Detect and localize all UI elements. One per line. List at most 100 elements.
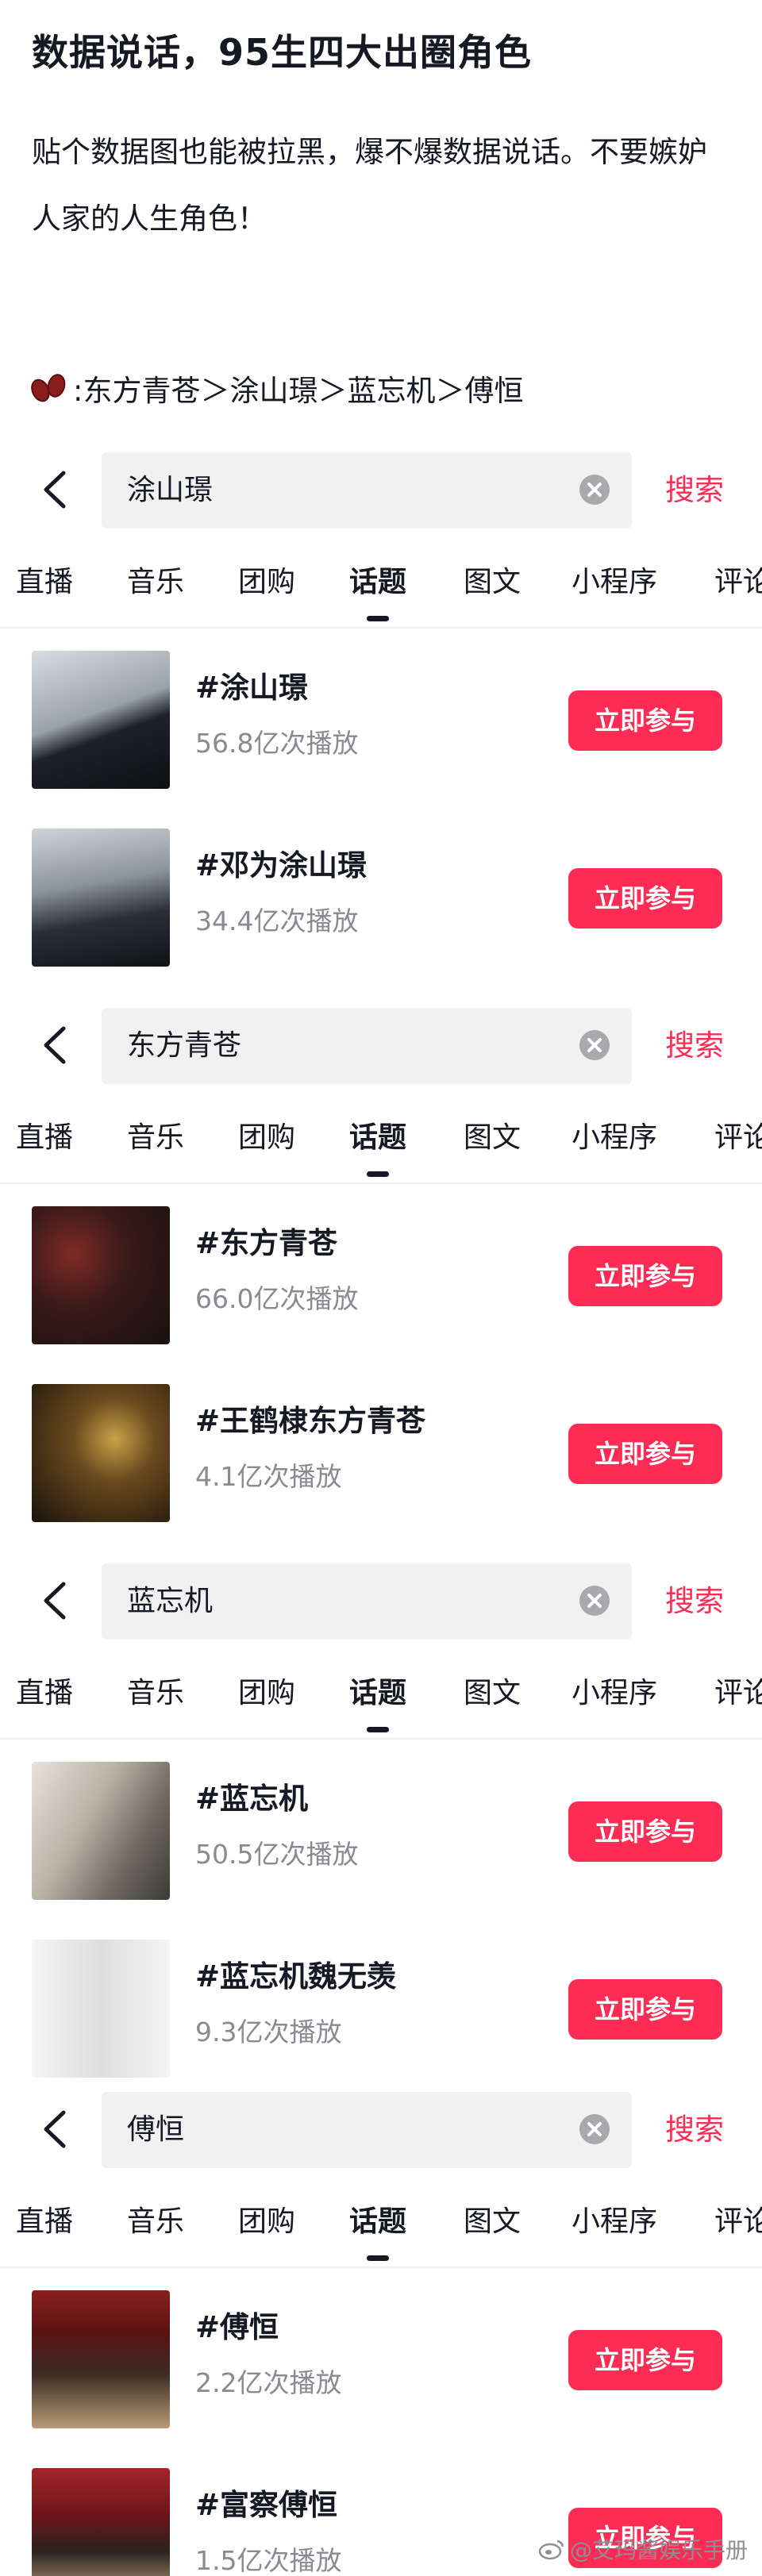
search-bar: 涂山璟 搜索 bbox=[0, 446, 762, 533]
tab-1[interactable]: 音乐 bbox=[127, 1668, 184, 1719]
tab-5[interactable]: 小程序 bbox=[572, 1113, 657, 1163]
search-input[interactable]: 傅恒 bbox=[102, 2092, 632, 2168]
tab-2[interactable]: 团购 bbox=[238, 1668, 295, 1719]
search-button[interactable]: 搜索 bbox=[665, 2092, 724, 2168]
topic-row[interactable]: #涂山璟 56.8亿次播放 立即参与 bbox=[0, 651, 762, 809]
tab-bar: 直播 音乐 团购 话题 图文 小程序 评论 bbox=[0, 557, 762, 624]
beans-icon bbox=[27, 371, 68, 406]
search-result-block: 涂山璟 搜索 直播 音乐 团购 话题 图文 小程序 评论 #涂山璟 56.8亿次播放 立即参与 #… bbox=[0, 446, 762, 994]
tab-0[interactable]: 直播 bbox=[16, 2197, 73, 2247]
search-query-text: 傅恒 bbox=[127, 2113, 185, 2146]
search-input[interactable]: 涂山璟 bbox=[102, 452, 632, 529]
clear-icon[interactable] bbox=[579, 1030, 610, 1060]
topic-thumbnail bbox=[32, 1762, 170, 1900]
topic-name: #蓝忘机 bbox=[195, 1782, 309, 1816]
play-count: 50.5亿次播放 bbox=[195, 1839, 359, 1870]
join-button[interactable]: 立即参与 bbox=[568, 1979, 722, 2040]
tab-3[interactable]: 话题 bbox=[349, 1113, 406, 1163]
tab-2[interactable]: 团购 bbox=[238, 1113, 295, 1163]
join-button[interactable]: 立即参与 bbox=[568, 1424, 722, 1484]
search-bar: 东方青苍 搜索 bbox=[0, 1002, 762, 1089]
post-body: 贴个数据图也能被拉黑，爆不爆数据说话。不要嫉妒人家的人生角色！ bbox=[32, 135, 707, 236]
tab-1[interactable]: 音乐 bbox=[127, 2197, 184, 2247]
search-bar: 傅恒 搜索 bbox=[0, 2086, 762, 2173]
tab-1[interactable]: 音乐 bbox=[127, 557, 184, 608]
join-button[interactable]: 立即参与 bbox=[568, 868, 722, 929]
back-arrow-icon[interactable] bbox=[37, 468, 76, 511]
back-arrow-icon[interactable] bbox=[37, 1024, 76, 1067]
back-arrow-icon[interactable] bbox=[37, 1579, 76, 1622]
tab-0[interactable]: 直播 bbox=[16, 1668, 73, 1719]
tab-3[interactable]: 话题 bbox=[349, 557, 406, 608]
play-count: 2.2亿次播放 bbox=[195, 2367, 342, 2398]
clear-icon[interactable] bbox=[579, 2114, 610, 2144]
join-button[interactable]: 立即参与 bbox=[568, 2330, 722, 2390]
topic-thumbnail bbox=[32, 2468, 170, 2576]
divider bbox=[0, 2266, 762, 2268]
search-input[interactable]: 蓝忘机 bbox=[102, 1563, 632, 1640]
topic-thumbnail bbox=[32, 2290, 170, 2428]
topic-name: #涂山璟 bbox=[195, 671, 309, 705]
search-query-text: 涂山璟 bbox=[127, 474, 214, 506]
tab-bar: 直播 音乐 团购 话题 图文 小程序 评论 bbox=[0, 1113, 762, 1179]
topic-row[interactable]: #王鹤棣东方青苍 4.1亿次播放 立即参与 bbox=[0, 1384, 762, 1543]
watermark-text: @艾玛酱娱乐手册 bbox=[569, 2537, 748, 2563]
search-button[interactable]: 搜索 bbox=[665, 1563, 724, 1640]
tab-2[interactable]: 团购 bbox=[238, 2197, 295, 2247]
play-count: 34.4亿次播放 bbox=[195, 905, 359, 936]
divider bbox=[0, 1738, 762, 1740]
clear-icon[interactable] bbox=[579, 1586, 610, 1616]
topic-name: #王鹤棣东方青苍 bbox=[195, 1404, 426, 1438]
topic-name: #傅恒 bbox=[195, 2310, 279, 2344]
topic-name: #蓝忘机魏无羡 bbox=[195, 1959, 397, 1994]
search-button[interactable]: 搜索 bbox=[665, 452, 724, 529]
tab-6[interactable]: 评论 bbox=[714, 1668, 762, 1719]
search-input[interactable]: 东方青苍 bbox=[102, 1008, 632, 1084]
join-button[interactable]: 立即参与 bbox=[568, 1801, 722, 1862]
tab-4[interactable]: 图文 bbox=[464, 1668, 521, 1719]
tab-5[interactable]: 小程序 bbox=[572, 557, 657, 608]
topic-thumbnail bbox=[32, 1940, 170, 2078]
tab-0[interactable]: 直播 bbox=[16, 1113, 73, 1163]
tab-3[interactable]: 话题 bbox=[349, 1668, 406, 1719]
active-tab-indicator bbox=[367, 1727, 389, 1732]
active-tab-indicator bbox=[367, 1171, 389, 1177]
tab-4[interactable]: 图文 bbox=[464, 557, 521, 608]
tab-6[interactable]: 评论 bbox=[714, 2197, 762, 2247]
back-arrow-icon[interactable] bbox=[37, 2108, 76, 2151]
active-tab-indicator bbox=[367, 2255, 389, 2261]
divider bbox=[0, 1182, 762, 1184]
topic-name: #富察傅恒 bbox=[195, 2488, 338, 2522]
tab-6[interactable]: 评论 bbox=[714, 557, 762, 608]
topic-thumbnail bbox=[32, 1206, 170, 1344]
topic-row[interactable]: #蓝忘机 50.5亿次播放 立即参与 bbox=[0, 1762, 762, 1920]
join-button[interactable]: 立即参与 bbox=[568, 690, 722, 751]
topic-name: #东方青苍 bbox=[195, 1226, 338, 1260]
tab-3[interactable]: 话题 bbox=[349, 2197, 406, 2247]
topic-row[interactable]: #邓为涂山璟 34.4亿次播放 立即参与 bbox=[0, 829, 762, 987]
join-button[interactable]: 立即参与 bbox=[568, 1246, 722, 1306]
clear-icon[interactable] bbox=[579, 475, 610, 505]
topic-name: #邓为涂山璟 bbox=[195, 848, 368, 882]
play-count: 4.1亿次播放 bbox=[195, 1461, 342, 1492]
ranking-line: :东方青苍＞涂山璟＞蓝忘机＞傅恒 bbox=[27, 367, 524, 409]
tab-2[interactable]: 团购 bbox=[238, 557, 295, 608]
ranking-text: :东方青苍＞涂山璟＞蓝忘机＞傅恒 bbox=[73, 374, 524, 408]
tab-4[interactable]: 图文 bbox=[464, 1113, 521, 1163]
tab-5[interactable]: 小程序 bbox=[572, 1668, 657, 1719]
topic-row[interactable]: #蓝忘机魏无羡 9.3亿次播放 立即参与 bbox=[0, 1940, 762, 2098]
topic-thumbnail bbox=[32, 829, 170, 967]
topic-thumbnail bbox=[32, 651, 170, 789]
tab-0[interactable]: 直播 bbox=[16, 557, 73, 608]
play-count: 1.5亿次播放 bbox=[195, 2545, 342, 2576]
tab-6[interactable]: 评论 bbox=[714, 1113, 762, 1163]
topic-row[interactable]: #东方青苍 66.0亿次播放 立即参与 bbox=[0, 1206, 762, 1365]
tab-4[interactable]: 图文 bbox=[464, 2197, 521, 2247]
search-result-block: 傅恒 搜索 直播 音乐 团购 话题 图文 小程序 评论 #傅恒 2.2亿次播放 立即参与 #富察傅… bbox=[0, 2086, 762, 2576]
tab-1[interactable]: 音乐 bbox=[127, 1113, 184, 1163]
search-button[interactable]: 搜索 bbox=[665, 1008, 724, 1084]
post-title: 数据说话，95生四大出圈角色 bbox=[32, 31, 533, 74]
weibo-icon bbox=[538, 2539, 564, 2560]
tab-5[interactable]: 小程序 bbox=[572, 2197, 657, 2247]
topic-row[interactable]: #傅恒 2.2亿次播放 立即参与 bbox=[0, 2290, 762, 2449]
